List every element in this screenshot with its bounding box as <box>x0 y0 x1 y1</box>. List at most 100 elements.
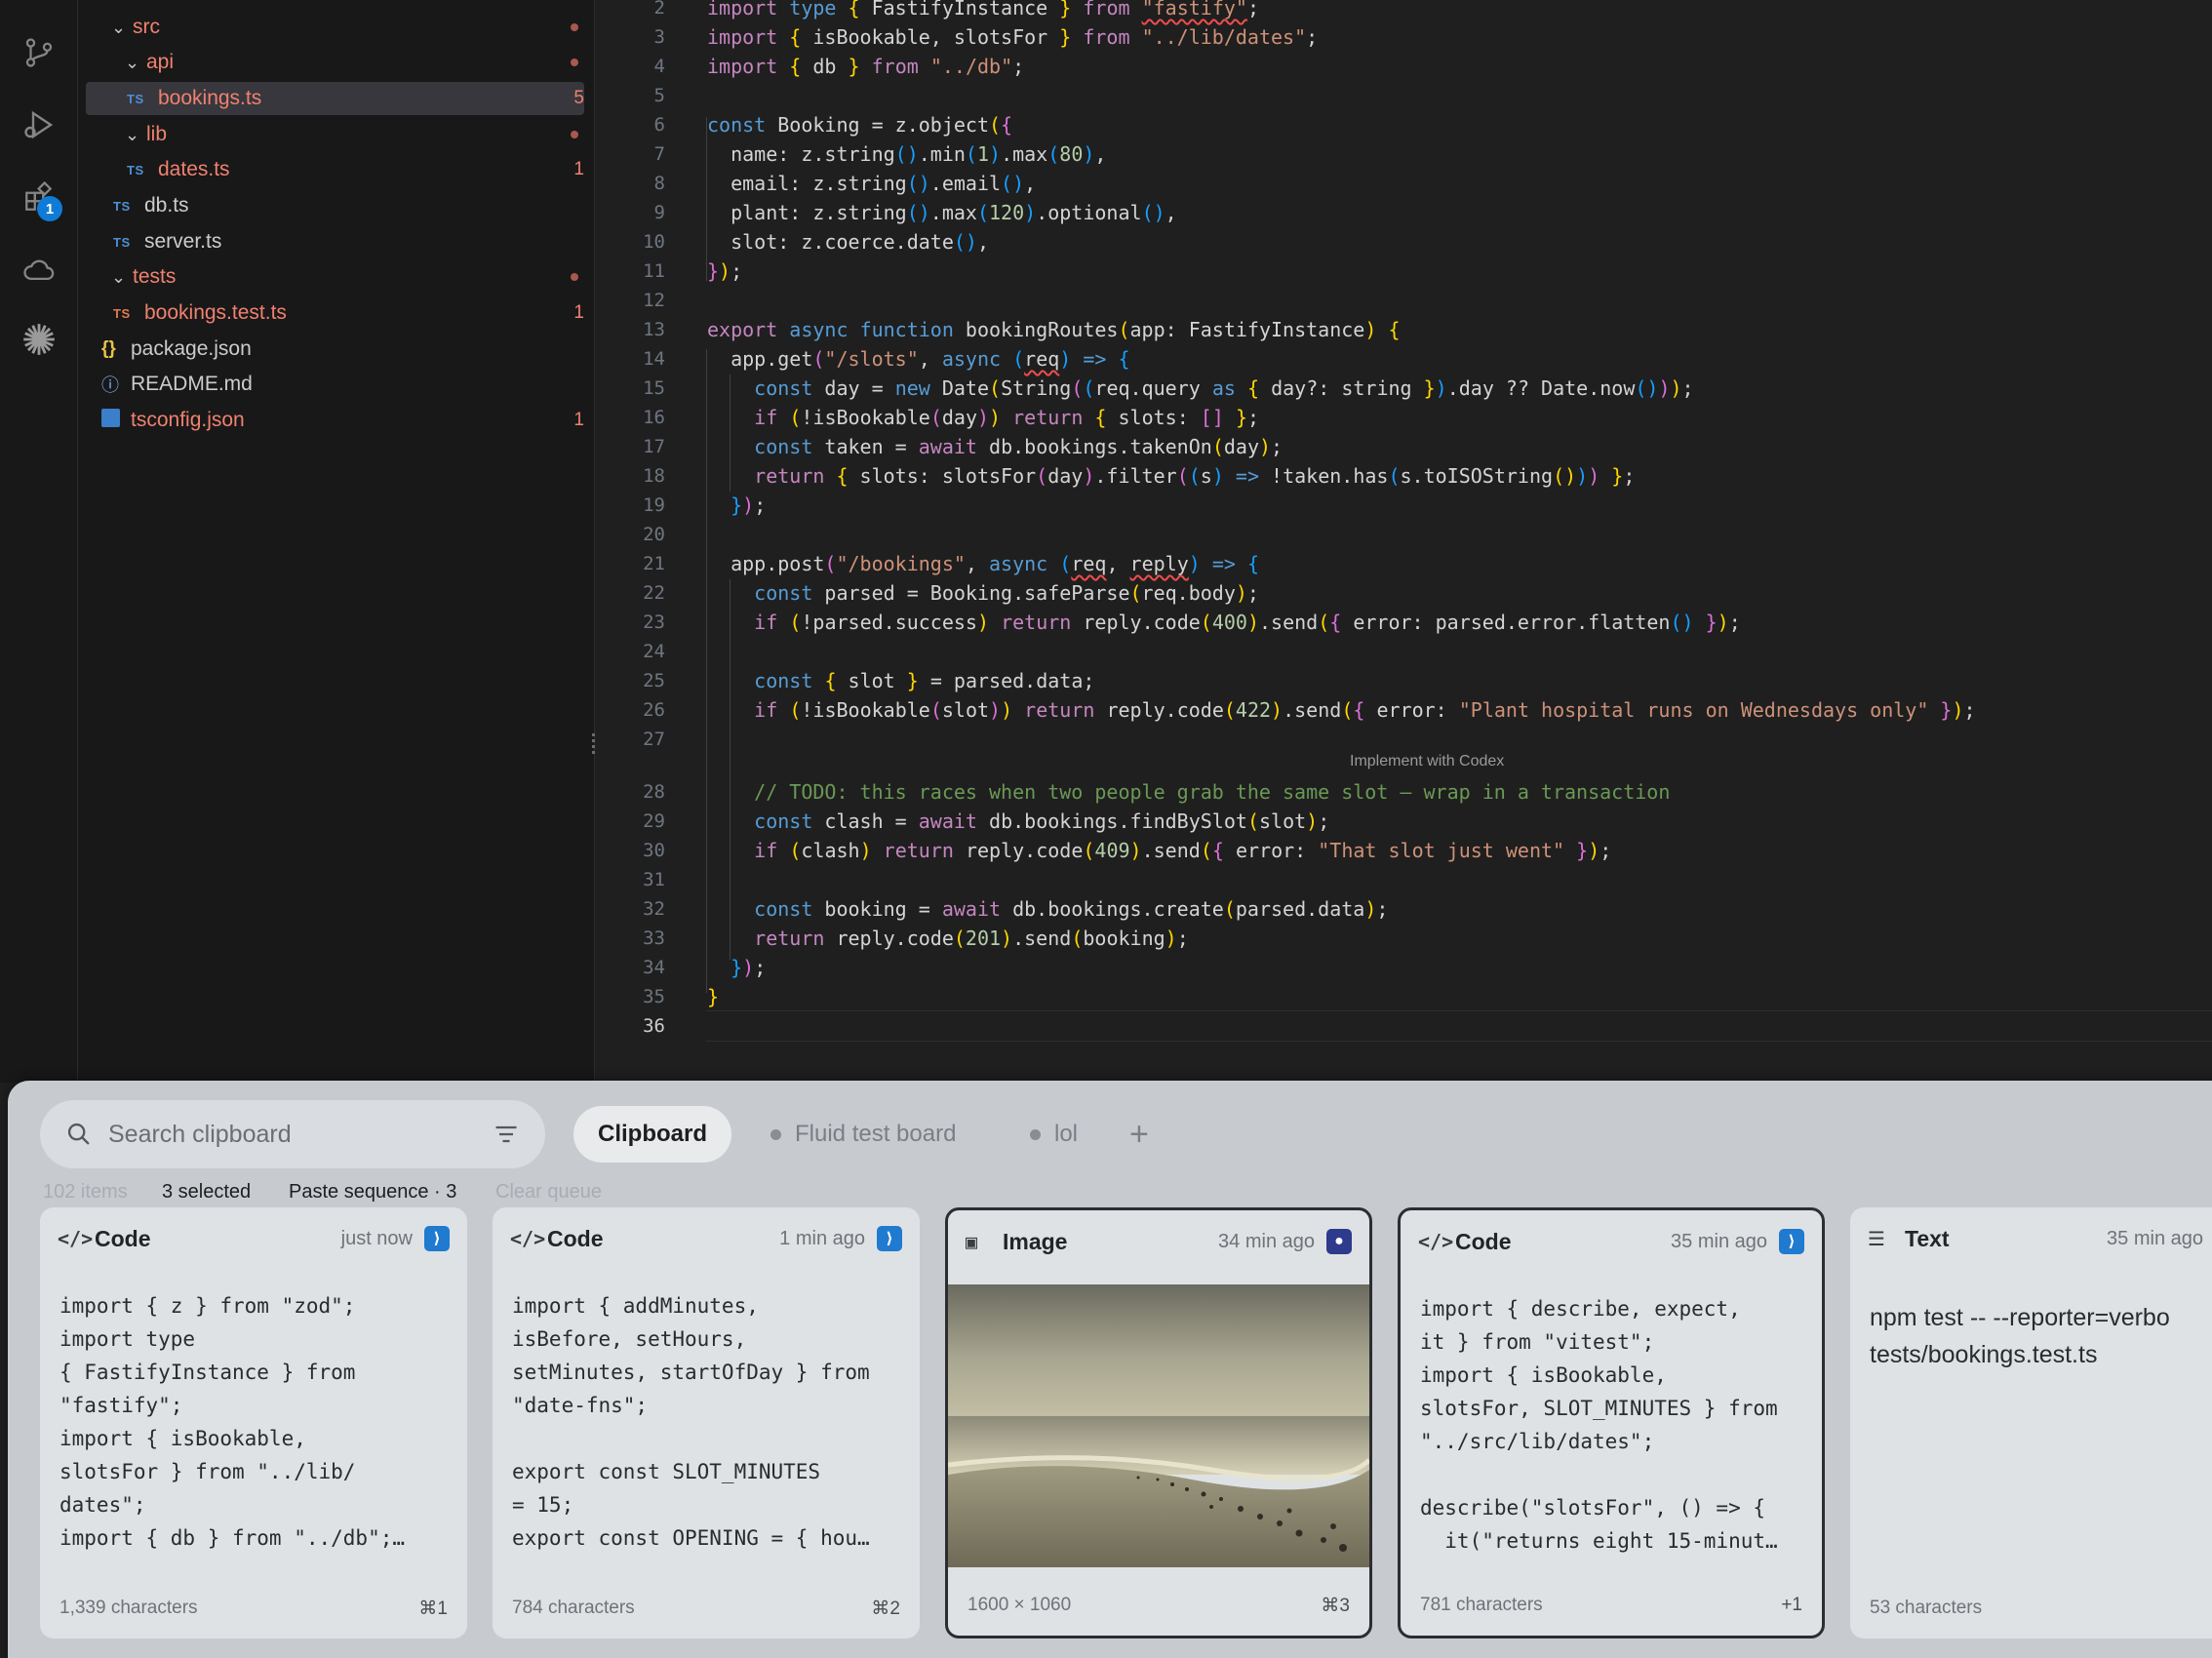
tree-folder-tests[interactable]: ⌄ tests <box>86 260 584 294</box>
tree-file-bookings-test-ts[interactable]: TS bookings.test.ts 1 <box>86 296 584 330</box>
tree-folder-src[interactable]: ⌄ src <box>86 11 584 44</box>
tree-item-label: tests <box>133 265 177 288</box>
card-preview: import { describe, expect, it } from "vi… <box>1420 1297 1778 1553</box>
card-footer: 1,339 characters ⌘1 <box>59 1594 448 1623</box>
code-line: if (!isBookable(slot)) return reply.code… <box>754 698 1976 722</box>
cloud-icon[interactable] <box>20 250 59 289</box>
card-header: ☰ Text 35 min ago <box>1850 1207 2212 1270</box>
code-line: plant: z.string().max(120).optional(), <box>707 201 1177 224</box>
codelens-implement-with-codex[interactable]: Implement with Codex <box>1350 753 1504 770</box>
code-line: app.get("/slots", async (req) => { <box>707 347 1130 371</box>
line-number: 31 <box>643 869 665 890</box>
line-number: 15 <box>643 377 665 399</box>
error-dot <box>571 131 578 138</box>
line-number: 27 <box>643 729 665 750</box>
clip-card[interactable]: </> Code just now ⟩ import { z } from "z… <box>40 1207 467 1638</box>
line-number: 21 <box>643 553 665 574</box>
line-number: 35 <box>643 986 665 1007</box>
code-line: email: z.string().email(), <box>707 172 1037 195</box>
tree-file-server-ts[interactable]: TS server.ts <box>86 225 584 258</box>
code-line: if (!isBookable(day)) return { slots: []… <box>754 406 1260 429</box>
card-footer: 53 characters <box>1870 1594 2201 1623</box>
card-size: 784 characters <box>512 1598 635 1618</box>
board-dot-icon <box>770 1128 781 1140</box>
code-editor[interactable]: 2 import type { FastifyInstance } from "f… <box>597 0 2212 1083</box>
tsconfig-icon <box>101 408 131 433</box>
tab-clipboard[interactable]: Clipboard <box>573 1106 731 1163</box>
paste-sequence[interactable]: Paste sequence · 3 <box>289 1178 456 1205</box>
search-input[interactable]: Search clipboard <box>40 1100 545 1168</box>
code-line: app.post("/bookings", async (req, reply)… <box>707 552 1260 575</box>
code-line: }); <box>731 956 767 979</box>
tree-item-label: lib <box>146 123 168 145</box>
clip-card-selected[interactable]: </> Code 35 min ago ⟩ import { describe,… <box>1398 1207 1825 1638</box>
tree-folder-lib[interactable]: ⌄ lib <box>86 118 584 151</box>
line-number: 8 <box>653 173 665 194</box>
card-shortcut: ⌘1 <box>418 1598 448 1619</box>
source-app-icon: ● <box>1326 1229 1352 1254</box>
code-icon: </> <box>510 1227 546 1250</box>
code-line: const parsed = Booking.safeParse(req.bod… <box>754 581 1259 605</box>
code-line: slot: z.coerce.date(), <box>707 230 990 254</box>
vscode-app-icon: ⟩ <box>424 1226 450 1251</box>
extensions-badge: 1 <box>37 196 62 221</box>
vscode-app-icon: ⟩ <box>877 1226 902 1251</box>
sidebar-resize-handle[interactable] <box>592 733 595 757</box>
card-preview: import { z } from "zod"; import type { F… <box>59 1294 406 1550</box>
tree-file-dates-ts[interactable]: TS dates.ts 1 <box>86 153 584 186</box>
line-number: 18 <box>643 465 665 487</box>
tree-item-label: db.ts <box>144 194 189 217</box>
line-number: 10 <box>643 231 665 253</box>
code-line: }); <box>707 259 743 283</box>
line-number: 13 <box>643 319 665 340</box>
tab-label: lol <box>1054 1121 1079 1147</box>
tab-lol[interactable]: lol <box>1030 1106 1078 1163</box>
search-icon <box>67 1123 90 1145</box>
card-preview: import { addMinutes, isBefore, setHours,… <box>512 1294 870 1550</box>
tree-file-package-json[interactable]: {} package.json <box>86 333 584 366</box>
clip-card[interactable]: ☰ Text 35 min ago npm test -- --reporter… <box>1850 1207 2212 1638</box>
test-file-icon: TS <box>113 305 131 321</box>
tree-item-label: bookings.test.ts <box>144 301 287 324</box>
clear-queue-button[interactable]: Clear queue <box>495 1178 602 1205</box>
line-number: 5 <box>653 85 665 106</box>
tree-file-db-ts[interactable]: TS db.ts <box>86 189 584 222</box>
line-number: 23 <box>643 612 665 633</box>
selected-count: 3 selected <box>162 1180 252 1203</box>
filter-icon[interactable] <box>493 1123 520 1146</box>
source-control-icon[interactable] <box>20 33 59 72</box>
tree-file-readme[interactable]: ⓘ README.md <box>86 368 584 401</box>
typescript-file-icon: TS <box>113 234 131 250</box>
clip-card[interactable]: </> Code 1 min ago ⟩ import { addMinutes… <box>493 1207 920 1638</box>
line-number: 9 <box>653 202 665 223</box>
line-number: 14 <box>643 348 665 370</box>
tab-fluid-test-board[interactable]: Fluid test board <box>770 1106 956 1163</box>
codex-asterisk-icon[interactable] <box>20 320 59 359</box>
line-number: 2 <box>653 0 665 19</box>
clip-card-selected[interactable]: ▣ Image 34 min ago ● 1600 × 1060 ⌘3 <box>945 1207 1372 1638</box>
card-footer: 784 characters ⌘2 <box>512 1594 900 1623</box>
card-kind: Image <box>1003 1228 1068 1254</box>
card-time: 35 min ago <box>1671 1230 1767 1252</box>
run-debug-icon[interactable] <box>20 105 59 144</box>
tab-label: Fluid test board <box>795 1121 957 1147</box>
line-number: 20 <box>643 524 665 545</box>
tree-item-label: tsconfig.json <box>131 409 245 431</box>
tree-file-tsconfig[interactable]: tsconfig.json 1 <box>86 404 584 437</box>
line-number: 34 <box>643 957 665 978</box>
tree-file-bookings-ts[interactable]: TS bookings.ts 5 <box>86 82 584 115</box>
code-line: // TODO: this races when two people grab… <box>754 780 1671 804</box>
tree-item-label: server.ts <box>144 230 222 253</box>
code-line: } <box>707 985 720 1008</box>
line-number: 16 <box>643 407 665 428</box>
add-board-icon[interactable]: + <box>1129 1106 1149 1163</box>
card-kind: Code <box>547 1225 604 1251</box>
activity-bar: 1 <box>0 0 78 1083</box>
card-header: </> Code 35 min ago ⟩ <box>1401 1210 1822 1273</box>
tree-folder-api[interactable]: ⌄ api <box>86 46 584 79</box>
tree-item-label: dates.ts <box>158 158 230 180</box>
code-line: const taken = await db.bookings.takenOn(… <box>754 435 1284 458</box>
tree-item-label: bookings.ts <box>158 87 262 109</box>
image-icon: ▣ <box>966 1230 978 1253</box>
card-size: 1,339 characters <box>59 1598 198 1618</box>
